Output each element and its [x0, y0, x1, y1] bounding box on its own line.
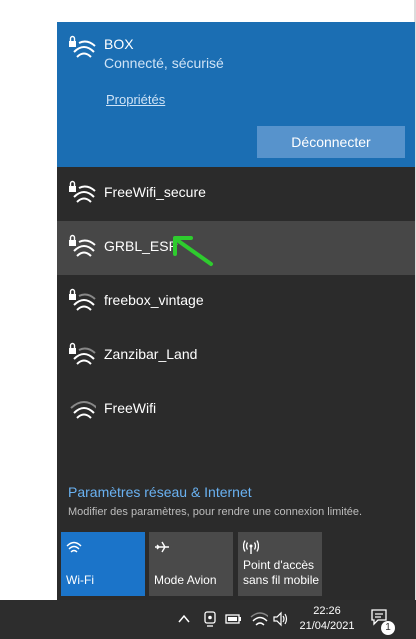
network-item-freewifi[interactable]: FreeWifi: [57, 383, 415, 437]
network-name: FreeWifi_secure: [104, 184, 206, 200]
wifi-secured-icon: [69, 288, 96, 311]
disconnect-button[interactable]: Déconnecter: [257, 126, 405, 158]
device-icon[interactable]: [203, 610, 217, 628]
network-flyout: BOX Connecté, sécurisé Propriétés Déconn…: [57, 22, 415, 600]
hotspot-icon: [243, 540, 259, 554]
wifi-tray-icon[interactable]: [250, 611, 268, 627]
network-item-grbl-esp[interactable]: GRBL_ESP: [57, 221, 415, 275]
airplane-icon: [155, 541, 169, 553]
connected-network[interactable]: BOX Connecté, sécurisé Propriétés Déconn…: [57, 22, 415, 167]
network-item-zanzibar-land[interactable]: Zanzibar_Land: [57, 329, 415, 383]
volume-icon[interactable]: [272, 611, 290, 627]
wifi-secured-icon: [69, 180, 96, 203]
clock-time: 22:26: [313, 605, 341, 617]
network-settings-description: Modifier des paramètres, pour rendre une…: [68, 506, 363, 518]
clock-date: 21/04/2021: [299, 620, 355, 632]
taskbar: 22:26 21/04/2021 1: [0, 600, 416, 639]
properties-link[interactable]: Propriétés: [106, 92, 165, 107]
connected-ssid: BOX: [104, 36, 134, 52]
battery-icon[interactable]: [225, 612, 243, 626]
hotspot-tile-label: Point d'accès sans fil mobile: [243, 558, 319, 588]
wifi-secured-icon: [69, 35, 96, 58]
wifi-icon: [70, 401, 96, 419]
taskbar-clock[interactable]: 22:26 21/04/2021: [294, 604, 360, 634]
notification-badge: 1: [381, 621, 395, 635]
airplane-mode-tile[interactable]: Mode Avion: [149, 532, 233, 596]
desktop-background: [0, 0, 57, 600]
wifi-toggle-tile[interactable]: Wi-Fi: [61, 532, 145, 596]
chevron-up-icon[interactable]: [178, 614, 190, 624]
network-name: Zanzibar_Land: [104, 346, 198, 362]
wifi-secured-icon: [69, 342, 96, 365]
connection-status: Connecté, sécurisé: [104, 55, 224, 71]
airplane-tile-label: Mode Avion: [154, 573, 217, 587]
network-item-freebox-vintage[interactable]: freebox_vintage: [57, 275, 415, 329]
network-settings-link[interactable]: Paramètres réseau & Internet: [68, 484, 252, 500]
hotspot-label-line2: sans fil mobile: [243, 573, 320, 587]
network-name: FreeWifi: [104, 400, 157, 416]
network-item-freewifi-secure[interactable]: FreeWifi_secure: [57, 167, 415, 221]
wifi-tile-label: Wi-Fi: [66, 573, 94, 587]
hotspot-label-line1: Point d'accès: [243, 558, 314, 572]
mobile-hotspot-tile[interactable]: Point d'accès sans fil mobile: [238, 532, 322, 596]
network-name: freebox_vintage: [104, 292, 204, 308]
wifi-icon: [66, 541, 82, 553]
annotation-arrow: [173, 236, 213, 266]
wifi-secured-icon: [69, 234, 96, 257]
